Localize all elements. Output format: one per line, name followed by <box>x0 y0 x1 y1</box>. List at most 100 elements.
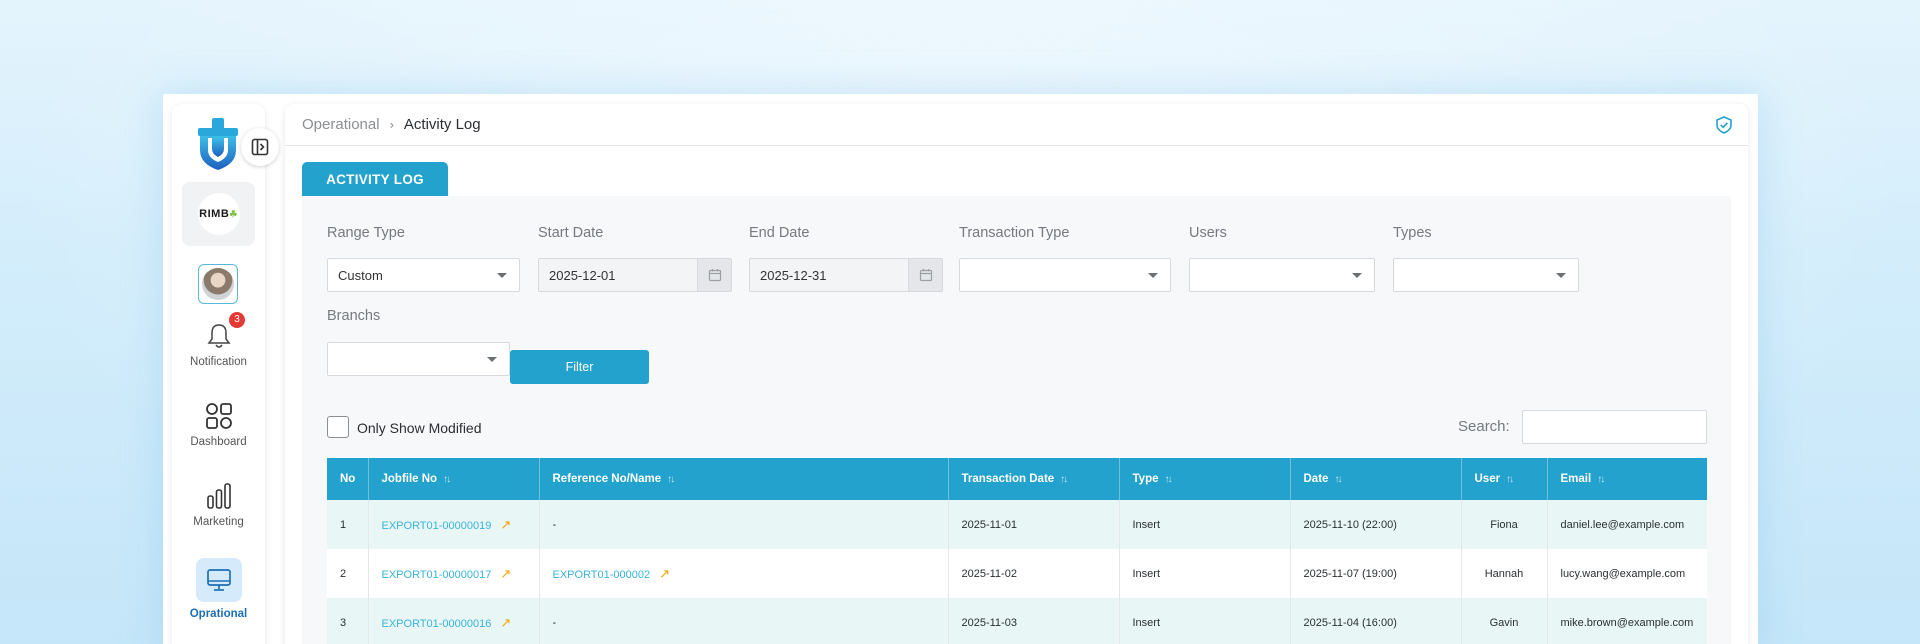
external-link-icon[interactable]: ↗ <box>500 566 511 581</box>
cell-jobfile: EXPORT01-00000017 ↗ <box>368 549 540 598</box>
transaction-type-select[interactable] <box>959 258 1171 292</box>
column-header-email[interactable]: Email ↑↓ <box>1547 458 1707 500</box>
sort-icon[interactable]: ↑↓ <box>1334 474 1342 485</box>
cell-email: mike.brown@example.com <box>1560 616 1694 629</box>
sidebar-item-label: Notification <box>190 356 247 368</box>
cell-type: Insert <box>1119 549 1291 598</box>
sort-icon[interactable]: ↑↓ <box>1506 474 1514 485</box>
cell-date: 2025-11-04 (16:00) <box>1290 598 1462 644</box>
filter-button[interactable]: Filter <box>510 350 649 384</box>
cell-jobfile: EXPORT01-00000016 ↗ <box>368 598 540 644</box>
end-date-input[interactable]: 2025-12-31 <box>749 258 943 292</box>
panel-toggle-icon <box>251 138 269 156</box>
avatar[interactable] <box>198 264 238 304</box>
end-date-calendar-button[interactable] <box>908 259 942 291</box>
only-modified-checkbox[interactable] <box>327 416 349 438</box>
types-label: Types <box>1393 225 1432 241</box>
notification-badge: 3 <box>229 312 245 328</box>
sidebar-collapse-button[interactable] <box>241 128 279 166</box>
end-date-value: 2025-12-31 <box>760 267 827 283</box>
cell-user: Fiona <box>1461 500 1548 549</box>
start-date-label: Start Date <box>538 225 604 241</box>
grid-icon <box>205 403 232 429</box>
search-input[interactable] <box>1522 410 1707 444</box>
monitor-icon <box>206 569 231 591</box>
cell-user: Hannah <box>1461 549 1548 598</box>
cell-jobfile: EXPORT01-00000019 ↗ <box>368 500 540 549</box>
column-header-reference[interactable]: Reference No/Name ↑↓ <box>539 458 949 500</box>
app-logo-icon <box>198 118 238 170</box>
chevron-down-icon <box>1352 273 1362 278</box>
only-modified-label: Only Show Modified <box>357 420 482 436</box>
column-header-user[interactable]: User ↑↓ <box>1461 458 1548 500</box>
sort-icon[interactable]: ↑↓ <box>443 474 451 485</box>
start-date-input[interactable]: 2025-12-01 <box>538 258 732 292</box>
search-label: Search: <box>1458 418 1510 435</box>
table-row: 3 EXPORT01-00000016 ↗ - 2025-11-03 Insert… <box>327 598 1707 644</box>
cell-transaction-date: 2025-11-02 <box>948 549 1120 598</box>
sidebar-item-notification[interactable]: Notification <box>172 322 265 368</box>
sidebar-item-operational[interactable]: Oprational <box>172 558 265 620</box>
chevron-right-icon: › <box>389 117 394 132</box>
cell-user: Gavin <box>1461 598 1548 644</box>
chevron-down-icon <box>497 273 507 278</box>
range-type-select[interactable]: Custom <box>327 258 520 292</box>
sidebar: RIMB ☘ Notification 3 Dashboard Marketing <box>172 104 279 644</box>
tab-activity-log[interactable]: ACTIVITY LOG <box>302 162 448 196</box>
cell-email: lucy.wang@example.com <box>1560 567 1686 580</box>
breadcrumb-current: Activity Log <box>403 116 481 133</box>
cell-transaction-date: 2025-11-03 <box>948 598 1120 644</box>
start-date-value: 2025-12-01 <box>549 267 616 283</box>
jobfile-link[interactable]: EXPORT01-00000016 <box>382 618 492 630</box>
cell-transaction-date: 2025-11-01 <box>948 500 1120 549</box>
sidebar-item-label: Marketing <box>193 516 244 528</box>
bell-icon <box>207 324 230 348</box>
activity-log-table: No Jobfile No ↑↓ Reference No/Name ↑↓ Tran… <box>327 458 1707 644</box>
types-select[interactable] <box>1393 258 1579 292</box>
breadcrumb-parent[interactable]: Operational <box>302 116 380 133</box>
cell-date: 2025-11-10 (22:00) <box>1290 500 1462 549</box>
column-header-jobfile[interactable]: Jobfile No ↑↓ <box>368 458 540 500</box>
breadcrumb: Operational › Activity Log <box>285 104 1748 146</box>
cell-reference: - <box>539 500 949 549</box>
active-indicator <box>195 558 242 602</box>
chevron-down-icon <box>1148 273 1158 278</box>
column-header-transaction-date[interactable]: Transaction Date ↑↓ <box>948 458 1120 500</box>
jobfile-link[interactable]: EXPORT01-00000019 <box>382 520 492 532</box>
chevron-down-icon <box>487 357 497 362</box>
bar-chart-icon <box>206 483 231 509</box>
branches-label: Branchs <box>327 308 381 324</box>
column-header-no[interactable]: No <box>327 458 369 500</box>
cell-reference: - <box>539 598 949 644</box>
external-link-icon[interactable]: ↗ <box>500 517 511 532</box>
sort-icon[interactable]: ↑↓ <box>1165 474 1173 485</box>
branches-select[interactable] <box>327 342 510 376</box>
start-date-calendar-button[interactable] <box>697 259 731 291</box>
reference-link[interactable]: EXPORT01-000002 <box>553 569 651 581</box>
table-row: 2 EXPORT01-00000017 ↗ EXPORT01-000002 ↗ 20… <box>327 549 1707 598</box>
brand-text: RIMB <box>199 208 230 220</box>
sort-icon[interactable]: ↑↓ <box>1060 474 1068 485</box>
jobfile-link[interactable]: EXPORT01-00000017 <box>382 569 492 581</box>
column-header-type[interactable]: Type ↑↓ <box>1119 458 1291 500</box>
cell-no: 1 <box>327 500 369 549</box>
brand-card[interactable]: RIMB ☘ <box>182 182 255 246</box>
sidebar-item-marketing[interactable]: Marketing <box>172 482 265 528</box>
sort-icon[interactable]: ↑↓ <box>1597 474 1605 485</box>
external-link-icon[interactable]: ↗ <box>659 566 670 581</box>
shield-check-icon[interactable] <box>1716 116 1732 134</box>
users-select[interactable] <box>1189 258 1375 292</box>
external-link-icon[interactable]: ↗ <box>500 615 511 630</box>
sort-icon[interactable]: ↑↓ <box>667 474 675 485</box>
range-type-value: Custom <box>338 267 383 283</box>
cell-reference: EXPORT01-000002 ↗ <box>539 549 949 598</box>
sidebar-item-dashboard[interactable]: Dashboard <box>172 402 265 448</box>
sidebar-item-label: Oprational <box>189 608 248 620</box>
column-header-date[interactable]: Date ↑↓ <box>1290 458 1462 500</box>
cell-type: Insert <box>1119 500 1291 549</box>
brand-logo: RIMB ☘ <box>197 193 240 235</box>
cell-date: 2025-11-07 (19:00) <box>1290 549 1462 598</box>
transaction-type-label: Transaction Type <box>959 225 1070 241</box>
users-label: Users <box>1189 225 1227 241</box>
cell-no: 2 <box>327 549 369 598</box>
